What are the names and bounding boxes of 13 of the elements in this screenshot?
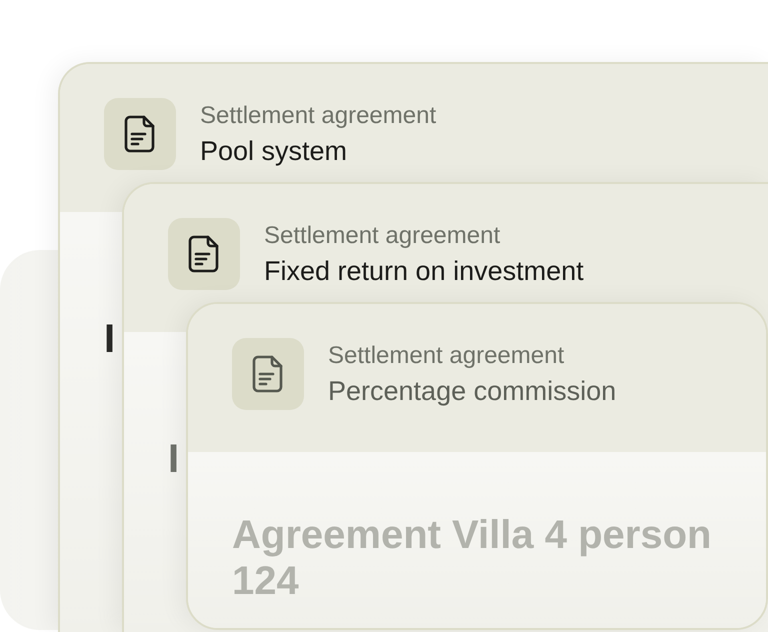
- card-label: Settlement agreement: [264, 222, 502, 250]
- document-icon: [187, 234, 221, 274]
- card-label: Settlement agreement: [328, 342, 566, 370]
- card-label: Settlement agreement: [200, 102, 436, 130]
- card-title: Percentage commission: [328, 376, 616, 406]
- card-title: Fixed return on investment: [264, 256, 584, 286]
- agreement-name: I: [104, 316, 116, 362]
- document-icon: [123, 114, 157, 154]
- agreement-name: I: [168, 436, 180, 482]
- card-title: Pool system: [200, 136, 348, 166]
- document-icon: [251, 354, 285, 394]
- agreement-name: Agreement Villa 4 person: [232, 512, 712, 558]
- agreement-name: 124: [232, 558, 299, 604]
